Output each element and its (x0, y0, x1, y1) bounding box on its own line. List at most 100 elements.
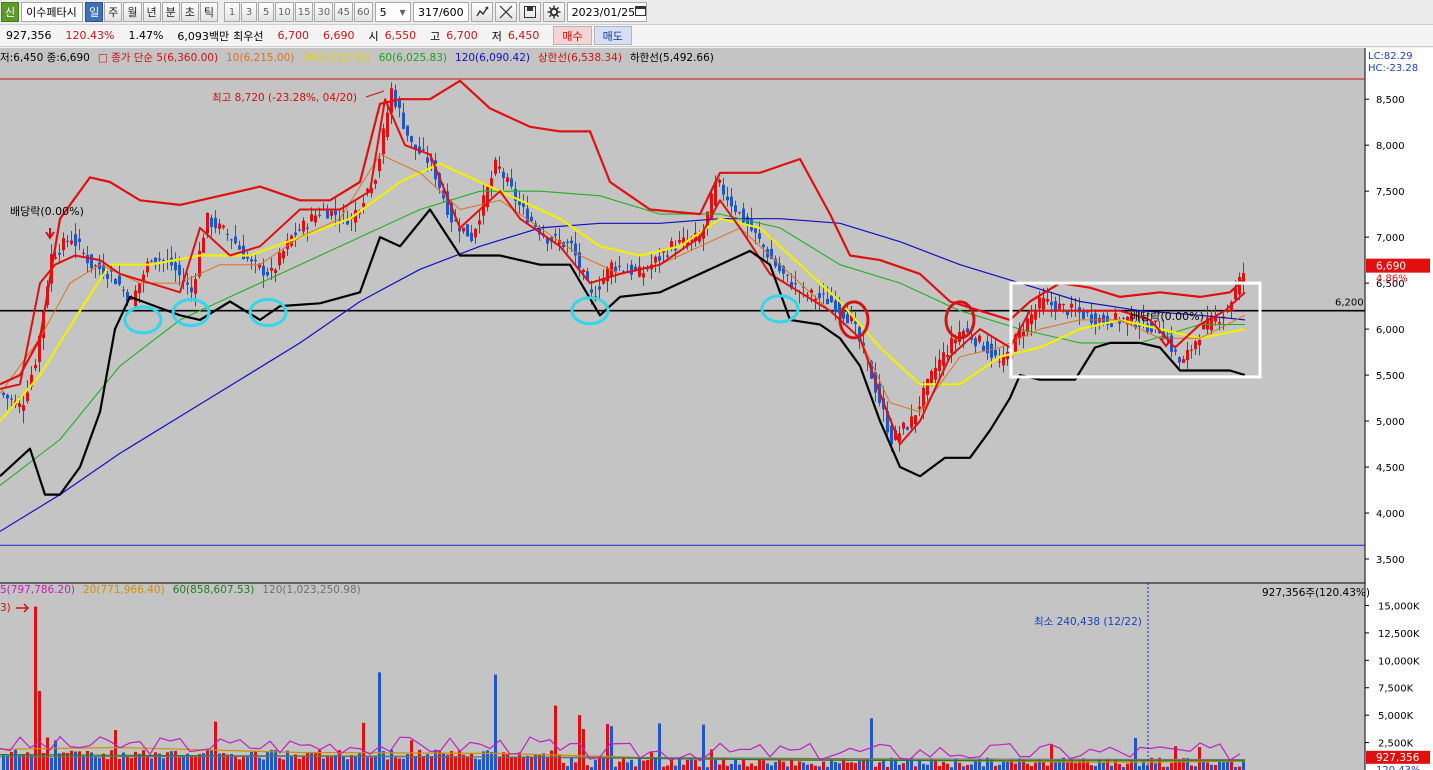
candle-body (974, 338, 977, 347)
candle-body (834, 300, 837, 313)
price-tick-label: 5,500 (1376, 371, 1405, 382)
price-volume-chart[interactable]: LC:82.29HC:-23.28 3,500 4,000 4,500 5,000 5,5… (0, 48, 1433, 770)
volume-bar (498, 757, 501, 770)
volume-bar (598, 758, 601, 770)
volume-bar (1134, 737, 1137, 770)
candle-body (154, 257, 157, 262)
interval-button[interactable]: 5 (258, 2, 274, 22)
period-tab[interactable]: 초 (180, 2, 199, 22)
volume-bar (134, 751, 137, 770)
chart-tool-icon[interactable] (470, 2, 493, 22)
high-annotation: 최고 8,720 (-23.28%, 04/20) (212, 92, 357, 104)
candle-body (510, 178, 513, 187)
buy-button[interactable]: 매수 (553, 26, 592, 45)
candle-body (262, 265, 265, 276)
period-tab[interactable]: 월 (123, 2, 142, 22)
volume-bar (1198, 747, 1201, 770)
candle-body (1194, 341, 1197, 350)
bar-count-field[interactable]: 317 /600 (412, 2, 469, 22)
candle-body (718, 179, 721, 183)
volume-bar (854, 763, 857, 770)
candle-body (1026, 318, 1029, 332)
period-tab[interactable]: 년 (142, 2, 161, 22)
dividend-annotation: 배당락(0.00%) (10, 205, 84, 218)
volume-bar (678, 758, 681, 770)
calendar-icon[interactable] (635, 5, 647, 19)
candle-body (1198, 339, 1201, 346)
sell-button[interactable]: 매도 (593, 26, 632, 45)
volume-bar (262, 759, 265, 770)
period-tab[interactable]: 틱 (199, 2, 218, 22)
volume-bar (646, 759, 649, 770)
interval-select[interactable]: 5 ▼ (374, 2, 411, 22)
candle-body (266, 271, 269, 276)
volume-bar (1222, 762, 1225, 770)
interval-button[interactable]: 15 (294, 2, 314, 22)
volume-bar (298, 758, 301, 770)
candle-body (310, 214, 313, 222)
candle-body (722, 184, 725, 195)
volume-bar (526, 755, 529, 770)
candle-body (990, 343, 993, 358)
interval-button[interactable]: 60 (353, 2, 373, 22)
volume-arrow-label: 3) (0, 602, 11, 614)
volume-bar (398, 758, 401, 770)
candle-body (498, 166, 501, 169)
candle-body (194, 279, 197, 294)
settings-icon[interactable] (542, 2, 565, 22)
volume-bar (774, 762, 777, 770)
date-field[interactable]: 2023/01/25 (566, 2, 647, 22)
volume-bar (1066, 762, 1069, 770)
candle-body (1030, 314, 1033, 325)
volume-bar (806, 764, 809, 770)
interval-button[interactable]: 10 (275, 2, 294, 22)
legend-entry: 120(1,023,250.98) (262, 584, 361, 596)
period-tab[interactable]: 분 (161, 2, 180, 22)
volume-bar (322, 758, 325, 770)
period-tab[interactable]: 일 (85, 2, 104, 22)
volume-bar (350, 755, 353, 770)
legend-entry: 하한선(5,492.66) (629, 52, 714, 64)
interval-buttons: 1 3 5 10 15 30 45 60 (224, 2, 373, 22)
volume-bar (942, 761, 945, 770)
candle-body (1046, 299, 1049, 302)
volume-bar (166, 752, 169, 770)
candle-body (462, 227, 465, 232)
volume-bar (474, 758, 477, 770)
volume-bar (762, 760, 765, 770)
volume-bar (898, 764, 901, 770)
volume-bar (310, 752, 313, 770)
volume-bar (110, 750, 113, 770)
candle-body (998, 361, 1001, 363)
volume-bar (770, 765, 773, 770)
candle-body (2, 392, 5, 395)
interval-button[interactable]: 30 (314, 2, 334, 22)
volume-bar (1190, 765, 1193, 770)
candle-body (566, 241, 569, 243)
volume-bar (718, 764, 721, 770)
period-tab[interactable]: 주 (104, 2, 123, 22)
volume-bar (610, 726, 613, 770)
candle-body (250, 259, 253, 262)
interval-button[interactable]: 3 (241, 2, 257, 22)
volume-bar (562, 762, 565, 770)
volume-bar (470, 753, 473, 770)
stock-name-field[interactable]: 이수페타시 (21, 2, 84, 22)
candle-body (186, 282, 189, 285)
candle-body (294, 232, 297, 236)
volume-bar (882, 760, 885, 770)
candle-body (106, 274, 109, 279)
volume-bar (130, 758, 133, 770)
volume-bar (258, 757, 261, 770)
candle-body (202, 237, 205, 253)
volume-bar (118, 758, 121, 770)
save-icon[interactable] (518, 2, 541, 22)
volume-bar (206, 749, 209, 770)
interval-button[interactable]: 1 (224, 2, 240, 22)
interval-button[interactable]: 45 (334, 2, 353, 22)
crosshair-icon[interactable] (494, 2, 517, 22)
candle-body (674, 248, 677, 251)
volume-bar (974, 760, 977, 770)
candle-body (1122, 318, 1125, 320)
candle-body (314, 215, 317, 223)
